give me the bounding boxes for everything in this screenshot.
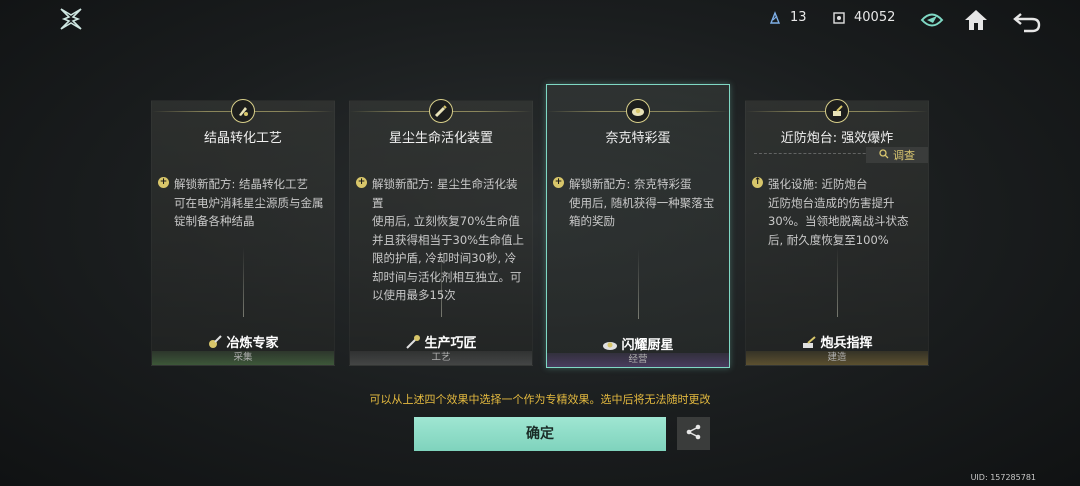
role-label: 生产巧匠	[350, 332, 532, 351]
card-description: + 解锁新配方: 奈克特彩蛋 使用后, 随机获得一种聚落宝箱的奖励	[553, 175, 723, 231]
category-label: 工艺	[350, 351, 532, 365]
bullet-up-arrow-icon: ↑	[752, 177, 763, 188]
card-description-text: 强化设施: 近防炮台 近防炮台造成的伤害提升30%。当领地脱离战斗状态后, 耐久…	[768, 177, 909, 247]
category-label: 经营	[547, 353, 729, 367]
card-description-text: 解锁新配方: 结晶转化工艺 可在电炉消耗星尘源质与金属锭制备各种结晶	[174, 177, 324, 228]
role-label: 闪耀厨星	[547, 334, 729, 353]
gear-count: 40052	[854, 10, 896, 25]
bullet-plus-icon: +	[158, 177, 169, 188]
card-title: 星尘生命活化装置	[388, 131, 493, 146]
user-id: UID: 157285781	[970, 473, 1036, 482]
share-icon	[685, 423, 703, 445]
magnifier-icon	[879, 148, 889, 162]
bullet-plus-icon: +	[356, 177, 367, 188]
investigate-label: 调查	[893, 149, 915, 162]
crystal-icon	[768, 10, 782, 25]
card-title: 奈克特彩蛋	[605, 131, 671, 146]
back-icon[interactable]	[1012, 6, 1041, 34]
card-description: ↑ 强化设施: 近防炮台 近防炮台造成的伤害提升30%。当领地脱离战斗状态后, …	[752, 175, 922, 249]
injector-icon	[429, 99, 453, 123]
gear-counter: 40052	[832, 10, 895, 25]
card-light-beam	[837, 247, 838, 317]
role-name: 冶炼专家	[226, 336, 279, 351]
craftsman-icon	[405, 334, 421, 350]
confirm-button[interactable]: 确定	[414, 417, 666, 451]
role-name: 生产巧匠	[424, 336, 477, 351]
artillery-icon	[801, 334, 817, 350]
home-icon[interactable]	[962, 6, 990, 34]
selection-hint: 可以从上述四个效果中选择一个作为专精效果。选中后将无法随时更改	[369, 393, 711, 406]
investigate-button[interactable]: 调查	[866, 147, 928, 163]
category-label: 建造	[746, 351, 928, 365]
card-description: + 解锁新配方: 结晶转化工艺 可在电炉消耗星尘源质与金属锭制备各种结晶	[158, 175, 328, 231]
role-name: 炮兵指挥	[820, 336, 873, 351]
compass-icon[interactable]	[918, 6, 946, 34]
card-crystal-transformation[interactable]: 结晶转化工艺 + 解锁新配方: 结晶转化工艺 可在电炉消耗星尘源质与金属锭制备各…	[151, 99, 335, 366]
card-light-beam	[638, 249, 639, 319]
card-light-beam	[243, 247, 244, 317]
crystal-tools-icon	[231, 99, 255, 123]
card-defense-turret[interactable]: 近防炮台: 强效爆炸 调查 ↑ 强化设施: 近防炮台 近防炮台造成的伤害提升30…	[745, 99, 929, 366]
smelter-icon	[207, 334, 223, 350]
card-light-beam	[441, 247, 442, 317]
gear-icon	[832, 11, 846, 25]
bullet-plus-icon: +	[553, 177, 564, 188]
role-label: 冶炼专家	[152, 332, 334, 351]
game-logo-icon[interactable]	[58, 6, 84, 32]
chef-icon	[602, 336, 618, 352]
card-description-text: 解锁新配方: 奈克特彩蛋 使用后, 随机获得一种聚落宝箱的奖励	[569, 177, 715, 228]
egg-plate-icon	[626, 99, 650, 123]
share-button[interactable]	[677, 417, 710, 450]
role-name: 闪耀厨星	[621, 338, 674, 353]
crystal-count: 13	[790, 10, 807, 25]
category-label: 采集	[152, 351, 334, 365]
top-bar: 13 40052	[0, 0, 1080, 40]
card-stardust-life-device[interactable]: 星尘生命活化装置 + 解锁新配方: 星尘生命活化装置 使用后, 立刻恢复70%生…	[349, 99, 533, 366]
role-label: 炮兵指挥	[746, 332, 928, 351]
card-title: 近防炮台: 强效爆炸	[780, 131, 894, 146]
card-title: 结晶转化工艺	[203, 131, 282, 146]
turret-icon	[825, 99, 849, 123]
card-nectar-egg[interactable]: 奈克特彩蛋 + 解锁新配方: 奈克特彩蛋 使用后, 随机获得一种聚落宝箱的奖励 …	[546, 84, 730, 368]
crystal-counter: 13	[768, 10, 807, 25]
